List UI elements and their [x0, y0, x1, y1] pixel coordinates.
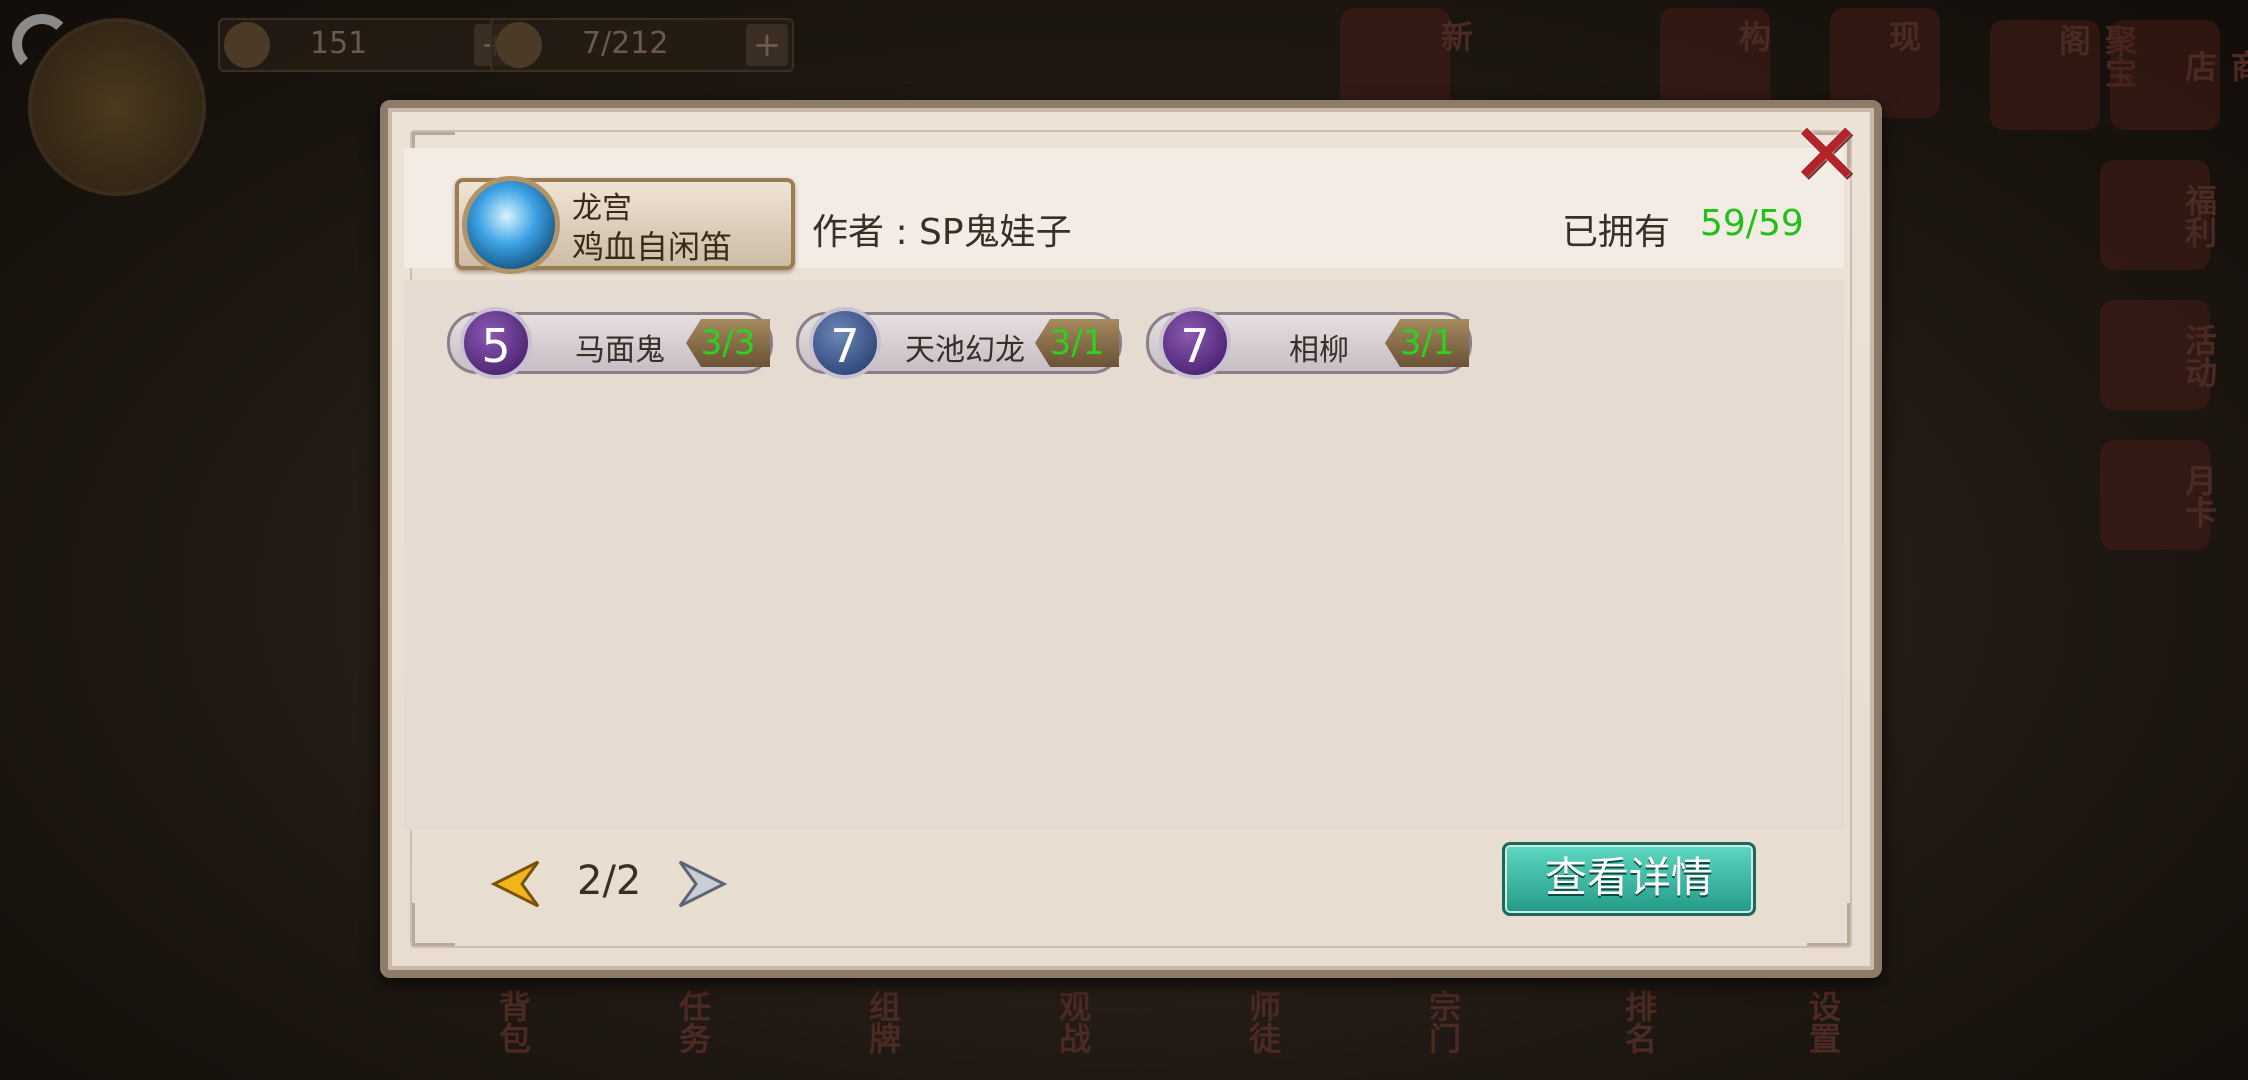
gold-icon: [224, 22, 270, 68]
card-name: 相柳: [1289, 333, 1349, 368]
card-count: 3/3: [686, 319, 770, 367]
owned-value: 59/59: [1700, 203, 1804, 244]
bottom-task-label: 任务: [674, 990, 712, 1054]
view-details-button[interactable]: 查看详情: [1502, 842, 1756, 916]
bag-icon: [496, 22, 542, 68]
bottom-bar-dimmed: 背包 任务 组牌 观战 师徒 宗门 排名 设置: [0, 980, 2248, 1080]
menu-new-label: 新: [1436, 20, 1474, 52]
owned-label: 已拥有: [1562, 212, 1671, 253]
side-welfare-label: 福利: [2180, 184, 2218, 248]
card-count: 3/1: [1385, 319, 1469, 367]
bottom-deck-label: 组牌: [864, 990, 902, 1054]
menu-now-label: 现: [1884, 20, 1922, 52]
side-activity-label: 活动: [2180, 324, 2218, 388]
frame-corner: [1807, 903, 1850, 946]
card-item[interactable]: 7 相柳 3/1: [1146, 307, 1472, 379]
card-item[interactable]: 5 马面鬼 3/3: [447, 307, 773, 379]
gold-value: 151: [310, 26, 368, 61]
next-page-arrow-icon[interactable]: [674, 856, 730, 916]
resource-gold: 151 +: [218, 18, 522, 72]
player-avatar: [28, 18, 206, 196]
top-bar-dimmed: 151 + 7/212 + 新 构 现 聚宝阁 商店: [0, 0, 2248, 196]
deck-faction: 龙宫: [572, 191, 632, 226]
menu-build-label: 构: [1734, 20, 1772, 52]
bag-value: 7/212: [582, 26, 669, 61]
card-cost-orb: 5: [460, 307, 532, 379]
deck-author: 作者 : SP鬼娃子: [812, 212, 1072, 253]
bottom-master-label: 师徒: [1244, 990, 1282, 1054]
card-count: 3/1: [1035, 319, 1119, 367]
menu-shop-label: 商店: [2180, 50, 2248, 82]
side-monthcard-label: 月卡: [2180, 464, 2218, 528]
bottom-rank-label: 排名: [1620, 990, 1658, 1054]
card-cost-orb: 7: [1159, 307, 1231, 379]
resource-bag: 7/212 +: [490, 18, 794, 72]
bottom-watch-label: 观战: [1054, 990, 1092, 1054]
card-cost-orb: 7: [809, 307, 881, 379]
deck-name: 鸡血自闲笛: [572, 228, 733, 266]
card-name: 天池幻龙: [905, 333, 1025, 368]
page-indicator: 2/2: [577, 858, 642, 904]
close-button[interactable]: ✕: [1790, 112, 1862, 198]
prev-page-arrow-icon[interactable]: [488, 856, 544, 916]
dragon-avatar-icon: [462, 176, 560, 274]
card-item[interactable]: 7 天池幻龙 3/1: [796, 307, 1122, 379]
bag-plus-button: +: [746, 24, 788, 66]
bottom-bag-label: 背包: [494, 990, 532, 1054]
bottom-sect-label: 宗门: [1424, 990, 1462, 1054]
frame-corner: [412, 903, 455, 946]
card-name: 马面鬼: [575, 333, 665, 368]
bottom-settings-label: 设置: [1804, 990, 1842, 1054]
